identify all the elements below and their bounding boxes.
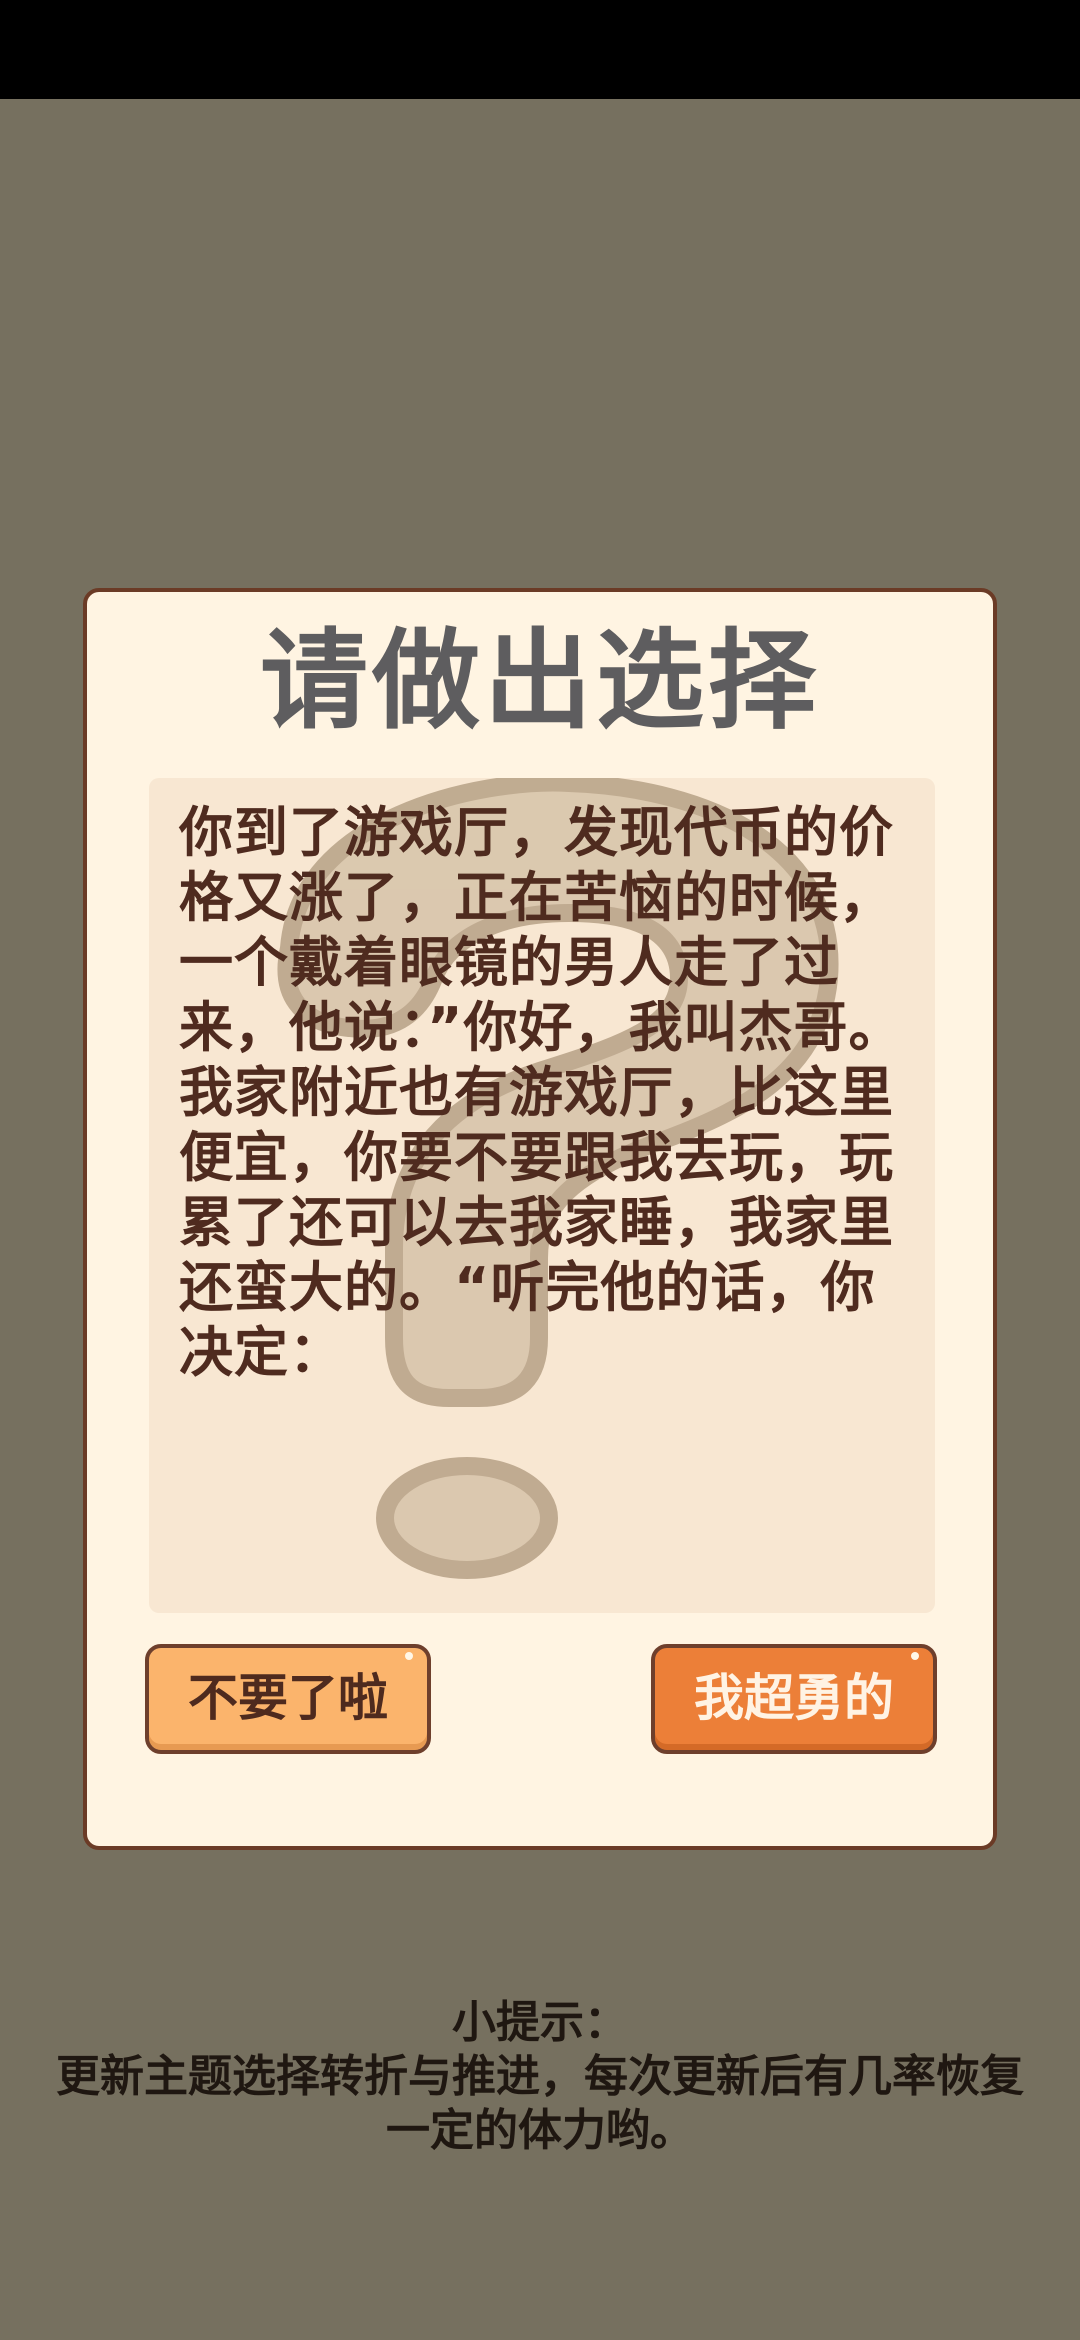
refuse-button[interactable]: 不要了啦 [145, 1644, 431, 1754]
status-bar [0, 0, 1080, 99]
choice-dialog: 请做出选择 你到了游戏厅，发现代币的价 格又涨了，正在苦恼的时候， 一个戴着眼镜… [83, 588, 997, 1850]
sparkle-icon [405, 1652, 413, 1660]
tip-label: 小提示： [452, 1997, 628, 2048]
tip-block: 小提示： 更新主题选择转折与推进，每次更新后有几率恢复 一定的体力哟。 [0, 1996, 1080, 2158]
tip-text: 更新主题选择转折与推进，每次更新后有几率恢复 一定的体力哟。 [56, 2051, 1024, 2156]
story-text: 你到了游戏厅，发现代币的价 格又涨了，正在苦恼的时候， 一个戴着眼镜的男人走了过… [179, 801, 904, 1384]
accept-button[interactable]: 我超勇的 [651, 1644, 937, 1754]
dialog-title: 请做出选择 [259, 619, 820, 744]
story-panel: 你到了游戏厅，发现代币的价 格又涨了，正在苦恼的时候， 一个戴着眼镜的男人走了过… [149, 778, 935, 1613]
sparkle-icon [911, 1652, 919, 1660]
refuse-button-label: 不要了啦 [188, 1669, 388, 1727]
accept-button-label: 我超勇的 [694, 1669, 894, 1727]
